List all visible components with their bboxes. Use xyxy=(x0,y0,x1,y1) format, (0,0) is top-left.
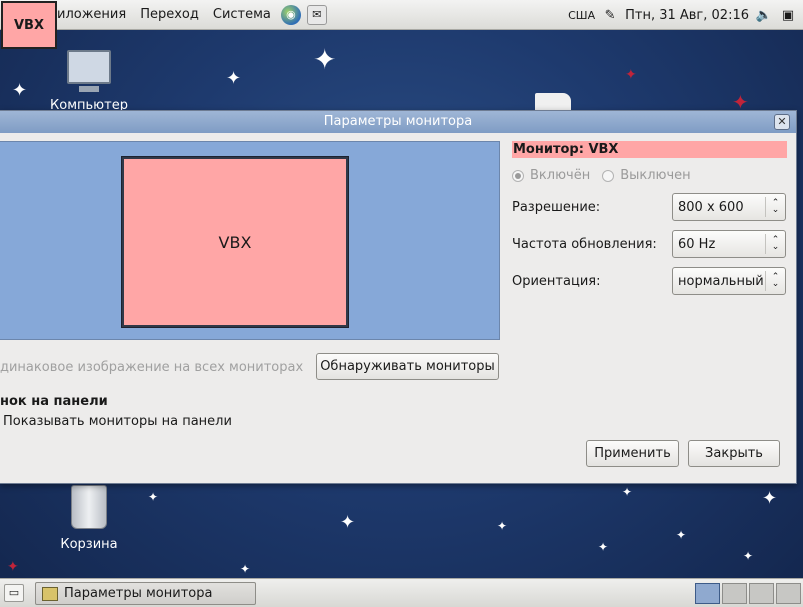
star-decoration: ✦ xyxy=(148,490,159,504)
keyboard-layout[interactable]: США xyxy=(568,9,595,22)
radio-on[interactable]: Включён xyxy=(512,168,590,183)
taskbar-window-button[interactable]: Параметры монитора xyxy=(35,582,256,605)
resolution-label: Разрешение: xyxy=(512,199,601,215)
top-panel: иложения Переход Система ◉ ✉ США ✎ Птн, … xyxy=(0,0,803,30)
monitor-preview-label: VBX xyxy=(218,232,252,252)
dialog-titlebar[interactable]: Параметры монитора ✕ xyxy=(0,111,796,133)
apply-button[interactable]: Применить xyxy=(586,440,679,467)
show-desktop-icon[interactable]: ▭ xyxy=(4,584,24,602)
monitor-settings-panel: Монитор: VBX Включён Выключен Разрешение… xyxy=(512,141,787,295)
star-decoration: ✦ xyxy=(732,90,749,114)
star-decoration: ✦ xyxy=(7,559,19,575)
star-decoration: ✦ xyxy=(622,485,633,499)
workspace-1[interactable] xyxy=(695,583,720,604)
star-decoration: ✦ xyxy=(625,67,637,83)
radio-off-label: Выключен xyxy=(620,168,691,183)
show-in-panel-checkbox-label[interactable]: Показывать мониторы на панели xyxy=(3,414,232,429)
chevron-updown-icon: ⌃ ⌄ xyxy=(765,271,785,291)
mirror-screens-checkbox-label[interactable]: динаковое изображение на всех мониторах xyxy=(0,360,303,375)
rotation-value: нормальный xyxy=(678,273,764,289)
volume-icon[interactable]: 🔈 xyxy=(755,6,773,24)
taskbar-window-label: Параметры монитора xyxy=(64,586,213,601)
star-decoration: ✦ xyxy=(313,43,337,76)
workspace-3[interactable] xyxy=(749,583,774,604)
resolution-select[interactable]: 800 x 600 ⌃ ⌄ xyxy=(672,193,786,221)
rotation-select[interactable]: нормальный ⌃ ⌄ xyxy=(672,267,786,295)
star-decoration: ✦ xyxy=(226,68,242,89)
rotation-row: Ориентация: нормальный ⌃ ⌄ xyxy=(512,267,787,295)
system-tray: США ✎ Птн, 31 Авг, 02:16 🔈 ▣ xyxy=(568,0,797,30)
rotation-label: Ориентация: xyxy=(512,273,601,289)
bottom-panel: ▭ Параметры монитора xyxy=(0,578,803,607)
detect-monitors-button[interactable]: Обнаруживать мониторы xyxy=(316,353,499,380)
computer-icon xyxy=(67,50,111,92)
menu-places[interactable]: Переход xyxy=(133,7,206,22)
radio-on-dot[interactable] xyxy=(512,169,524,182)
radio-off-dot[interactable] xyxy=(602,169,615,182)
monitor-layout-canvas[interactable]: VBX xyxy=(0,141,500,340)
close-icon[interactable]: ✕ xyxy=(774,114,790,130)
panel-section-title: нок на панели xyxy=(0,394,108,409)
edit-icon[interactable]: ✎ xyxy=(601,6,619,24)
star-decoration: ✦ xyxy=(497,519,508,533)
menu-applications[interactable]: иложения xyxy=(50,7,133,22)
workspace-2[interactable] xyxy=(722,583,747,604)
dialog-title: Параметры монитора xyxy=(323,114,473,129)
monitor-header: Монитор: VBX xyxy=(512,141,787,158)
star-decoration: ✦ xyxy=(12,80,28,101)
star-decoration: ✦ xyxy=(743,549,754,563)
refresh-value: 60 Hz xyxy=(678,236,716,252)
radio-on-label: Включён xyxy=(530,168,591,183)
desktop-icon-label: Корзина xyxy=(60,537,118,552)
clock[interactable]: Птн, 31 Авг, 02:16 xyxy=(625,8,749,23)
refresh-row: Частота обновления: 60 Hz ⌃ ⌄ xyxy=(512,230,787,258)
workspace-switcher xyxy=(695,583,801,604)
star-decoration: ✦ xyxy=(676,528,687,542)
star-decoration: ✦ xyxy=(762,488,778,509)
star-decoration: ✦ xyxy=(340,512,356,533)
browser-icon[interactable]: ◉ xyxy=(280,4,301,25)
desktop-icon-computer[interactable]: Компьютер xyxy=(48,50,130,113)
chevron-updown-icon: ⌃ ⌄ xyxy=(765,197,785,217)
monitor-preferences-dialog: Параметры монитора ✕ VBX Монитор: VBX Вк… xyxy=(0,110,797,484)
workspace-4[interactable] xyxy=(776,583,801,604)
resolution-value: 800 x 600 xyxy=(678,199,744,215)
network-icon[interactable]: ▣ xyxy=(779,6,797,24)
resolution-row: Разрешение: 800 x 600 ⌃ ⌄ xyxy=(512,193,787,221)
power-radio-group: Включён Выключен xyxy=(512,168,787,183)
refresh-select[interactable]: 60 Hz ⌃ ⌄ xyxy=(672,230,786,258)
mail-icon[interactable]: ✉ xyxy=(306,4,327,25)
chevron-updown-icon: ⌃ ⌄ xyxy=(765,234,785,254)
menu-system[interactable]: Система xyxy=(206,7,278,22)
monitor-identify-badge: VBX xyxy=(1,1,57,49)
monitor-settings-icon xyxy=(42,586,58,601)
radio-off[interactable]: Выключен xyxy=(602,168,691,183)
trash-icon xyxy=(71,485,107,529)
monitor-preview[interactable]: VBX xyxy=(121,156,349,328)
star-decoration: ✦ xyxy=(598,540,609,554)
close-button[interactable]: Закрыть xyxy=(688,440,780,467)
star-decoration: ✦ xyxy=(240,562,251,576)
refresh-label: Частота обновления: xyxy=(512,236,657,252)
desktop-icon-trash[interactable]: Корзина xyxy=(55,485,123,552)
